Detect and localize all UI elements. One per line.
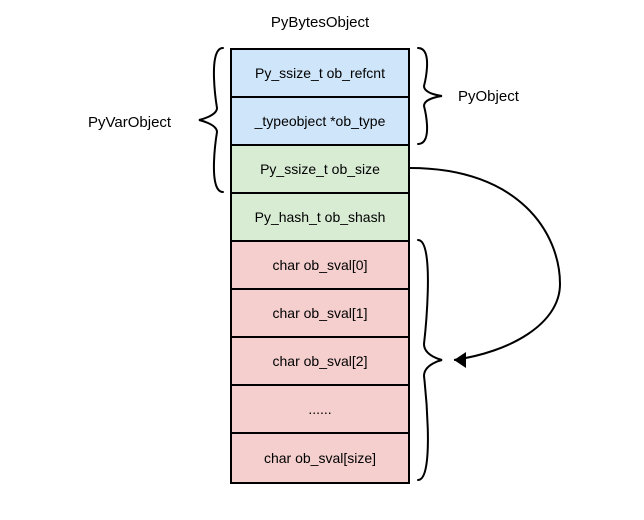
field-label: char ob_sval[0] xyxy=(273,257,368,273)
label-pyobject: PyObject xyxy=(458,88,519,105)
field-label: Py_hash_t ob_shash xyxy=(255,209,386,225)
field-label: Py_ssize_t ob_refcnt xyxy=(255,65,385,81)
struct-stack: Py_ssize_t ob_refcnt _typeobject *ob_typ… xyxy=(230,48,410,484)
field-ob-sval-2: char ob_sval[2] xyxy=(232,338,408,386)
field-label: char ob_sval[size] xyxy=(264,450,376,466)
diagram-title: PyBytesObject xyxy=(230,14,410,31)
field-ob-type: _typeobject *ob_type xyxy=(232,98,408,146)
field-ob-sval-ellipsis: ...... xyxy=(232,386,408,434)
field-label: _typeobject *ob_type xyxy=(255,113,386,129)
field-ob-sval-1: char ob_sval[1] xyxy=(232,290,408,338)
field-ob-size: Py_ssize_t ob_size xyxy=(232,146,408,194)
field-ob-sval-0: char ob_sval[0] xyxy=(232,242,408,290)
brace-pyvarobject xyxy=(195,48,225,192)
field-ob-shash: Py_hash_t ob_shash xyxy=(232,194,408,242)
field-ob-refcnt: Py_ssize_t ob_refcnt xyxy=(232,50,408,98)
field-ob-sval-size: char ob_sval[size] xyxy=(232,434,408,482)
brace-pyobject xyxy=(416,48,446,144)
field-label: ...... xyxy=(308,401,331,417)
label-pyvarobject: PyVarObject xyxy=(88,114,171,131)
field-label: Py_ssize_t ob_size xyxy=(260,161,380,177)
size-to-sval-arrow xyxy=(410,164,570,374)
field-label: char ob_sval[2] xyxy=(273,353,368,369)
field-label: char ob_sval[1] xyxy=(273,305,368,321)
